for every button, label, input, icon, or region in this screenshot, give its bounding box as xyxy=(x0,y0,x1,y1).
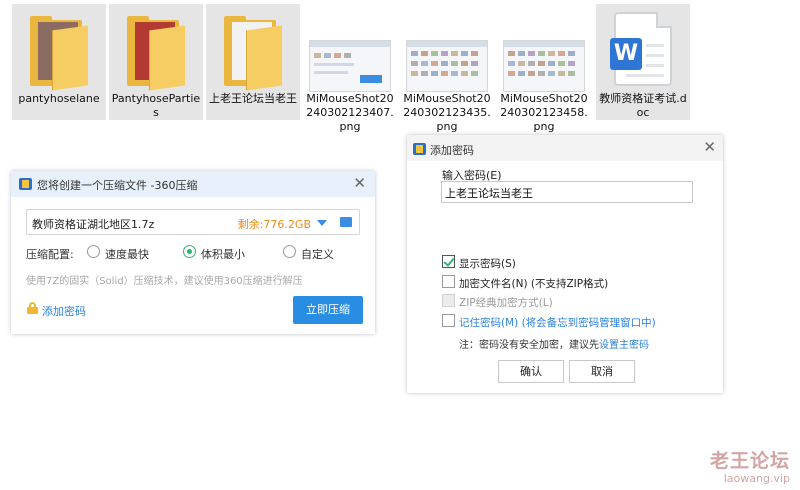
360zip-app-icon xyxy=(19,178,32,190)
dialog-title: 添加密码 xyxy=(430,144,474,157)
dialog-titlebar: 您将创建一个压缩文件 -360压缩 ✕ xyxy=(11,171,375,197)
radio-smallest[interactable] xyxy=(183,245,196,258)
security-note: 注：密码没有安全加密，建议先设置主密码 xyxy=(459,336,649,351)
file-laowang-folder[interactable]: 上老王论坛当老王 xyxy=(206,4,300,120)
output-path-field[interactable]: 教师资格证湖北地区1.7z 剩余:776.2GB xyxy=(26,209,360,235)
folder-icon xyxy=(109,8,203,92)
password-input[interactable]: 上老王论坛当老王 xyxy=(441,181,693,203)
remember-password-label[interactable]: 记住密码(M) (将会备忘到密码管理窗口中) xyxy=(459,315,656,330)
file-name: MiMouseShot20240302123435.png xyxy=(403,92,491,133)
encrypt-filenames-label[interactable]: 加密文件名(N) (不支持ZIP格式) xyxy=(459,276,608,291)
file-name: 教师资格证考试.doc xyxy=(599,92,687,119)
folder-icon xyxy=(206,8,300,92)
option-fastest-label[interactable]: 速度最快 xyxy=(105,246,149,262)
file-screenshot-3[interactable]: MiMouseShot20240302123458.png xyxy=(497,4,591,133)
file-word-doc[interactable]: W 教师资格证考试.doc xyxy=(596,4,690,120)
option-smallest-label[interactable]: 体积最小 xyxy=(201,246,245,262)
add-password-link[interactable]: 添加密码 xyxy=(42,303,86,319)
file-name: PantyhoseParties xyxy=(111,92,201,119)
360zip-app-icon xyxy=(413,143,426,155)
dialog-titlebar: 添加密码 ✕ xyxy=(407,135,723,161)
close-icon[interactable]: ✕ xyxy=(703,138,716,156)
config-label: 压缩配置: xyxy=(26,248,74,261)
file-screenshot-1[interactable]: MiMouseShot20240302123407.png xyxy=(303,4,397,133)
file-pantyhoseparties[interactable]: PantyhoseParties xyxy=(109,4,203,120)
zip-classic-encryption-checkbox xyxy=(442,294,455,307)
close-icon[interactable]: ✕ xyxy=(353,174,366,192)
lock-icon xyxy=(27,302,38,314)
security-note-text: 注：密码没有安全加密，建议先 xyxy=(459,340,599,351)
file-name: MiMouseShot20240302123407.png xyxy=(306,92,394,133)
site-watermark: 老王论坛 laowang.vip xyxy=(710,450,790,485)
compress-dialog: 您将创建一个压缩文件 -360压缩 ✕ 教师资格证湖北地区1.7z 剩余:776… xyxy=(11,171,375,334)
encrypt-filenames-checkbox[interactable] xyxy=(442,275,455,288)
file-name: pantyhoselane xyxy=(18,92,100,105)
watermark-url: laowang.vip xyxy=(723,472,790,485)
solid-compression-hint: 使用7Z的固实（Solid）压缩技术，建议使用360压缩进行解压 xyxy=(26,276,303,287)
show-password-label[interactable]: 显示密码(S) xyxy=(459,256,516,271)
browse-folder-icon[interactable] xyxy=(340,217,352,227)
add-password-dialog: 添加密码 ✕ 输入密码(E) 上老王论坛当老王 显示密码(S) 加密文件名(N)… xyxy=(407,135,723,393)
output-path-value: 教师资格证湖北地区1.7z xyxy=(32,218,155,231)
radio-fastest[interactable] xyxy=(87,245,100,258)
file-name: 上老王论坛当老王 xyxy=(209,92,297,105)
image-thumbnail-icon xyxy=(303,8,397,92)
cancel-button[interactable]: 取消 xyxy=(569,360,635,383)
radio-custom[interactable] xyxy=(283,245,296,258)
show-password-checkbox[interactable] xyxy=(442,255,455,268)
image-thumbnail-icon xyxy=(497,8,591,92)
file-pantyhoselane[interactable]: pantyhoselane xyxy=(12,4,106,120)
file-screenshot-2[interactable]: MiMouseShot20240302123435.png xyxy=(400,4,494,133)
file-name: MiMouseShot20240302123458.png xyxy=(500,92,588,133)
image-thumbnail-icon xyxy=(400,8,494,92)
remember-password-checkbox[interactable] xyxy=(442,314,455,327)
set-master-password-link[interactable]: 设置主密码 xyxy=(599,340,649,351)
zip-classic-encryption-label: ZIP经典加密方式(L) xyxy=(459,297,553,309)
option-custom-label[interactable]: 自定义 xyxy=(301,246,334,262)
compress-now-button[interactable]: 立即压缩 xyxy=(293,296,363,324)
folder-icon xyxy=(12,8,106,92)
dropdown-arrow-icon[interactable] xyxy=(317,220,327,226)
word-document-icon: W xyxy=(596,8,690,92)
free-space-label: 剩余:776.2GB xyxy=(237,218,311,231)
watermark-title: 老王论坛 xyxy=(709,450,790,472)
confirm-button[interactable]: 确认 xyxy=(498,360,564,383)
dialog-title: 您将创建一个压缩文件 -360压缩 xyxy=(37,179,198,192)
